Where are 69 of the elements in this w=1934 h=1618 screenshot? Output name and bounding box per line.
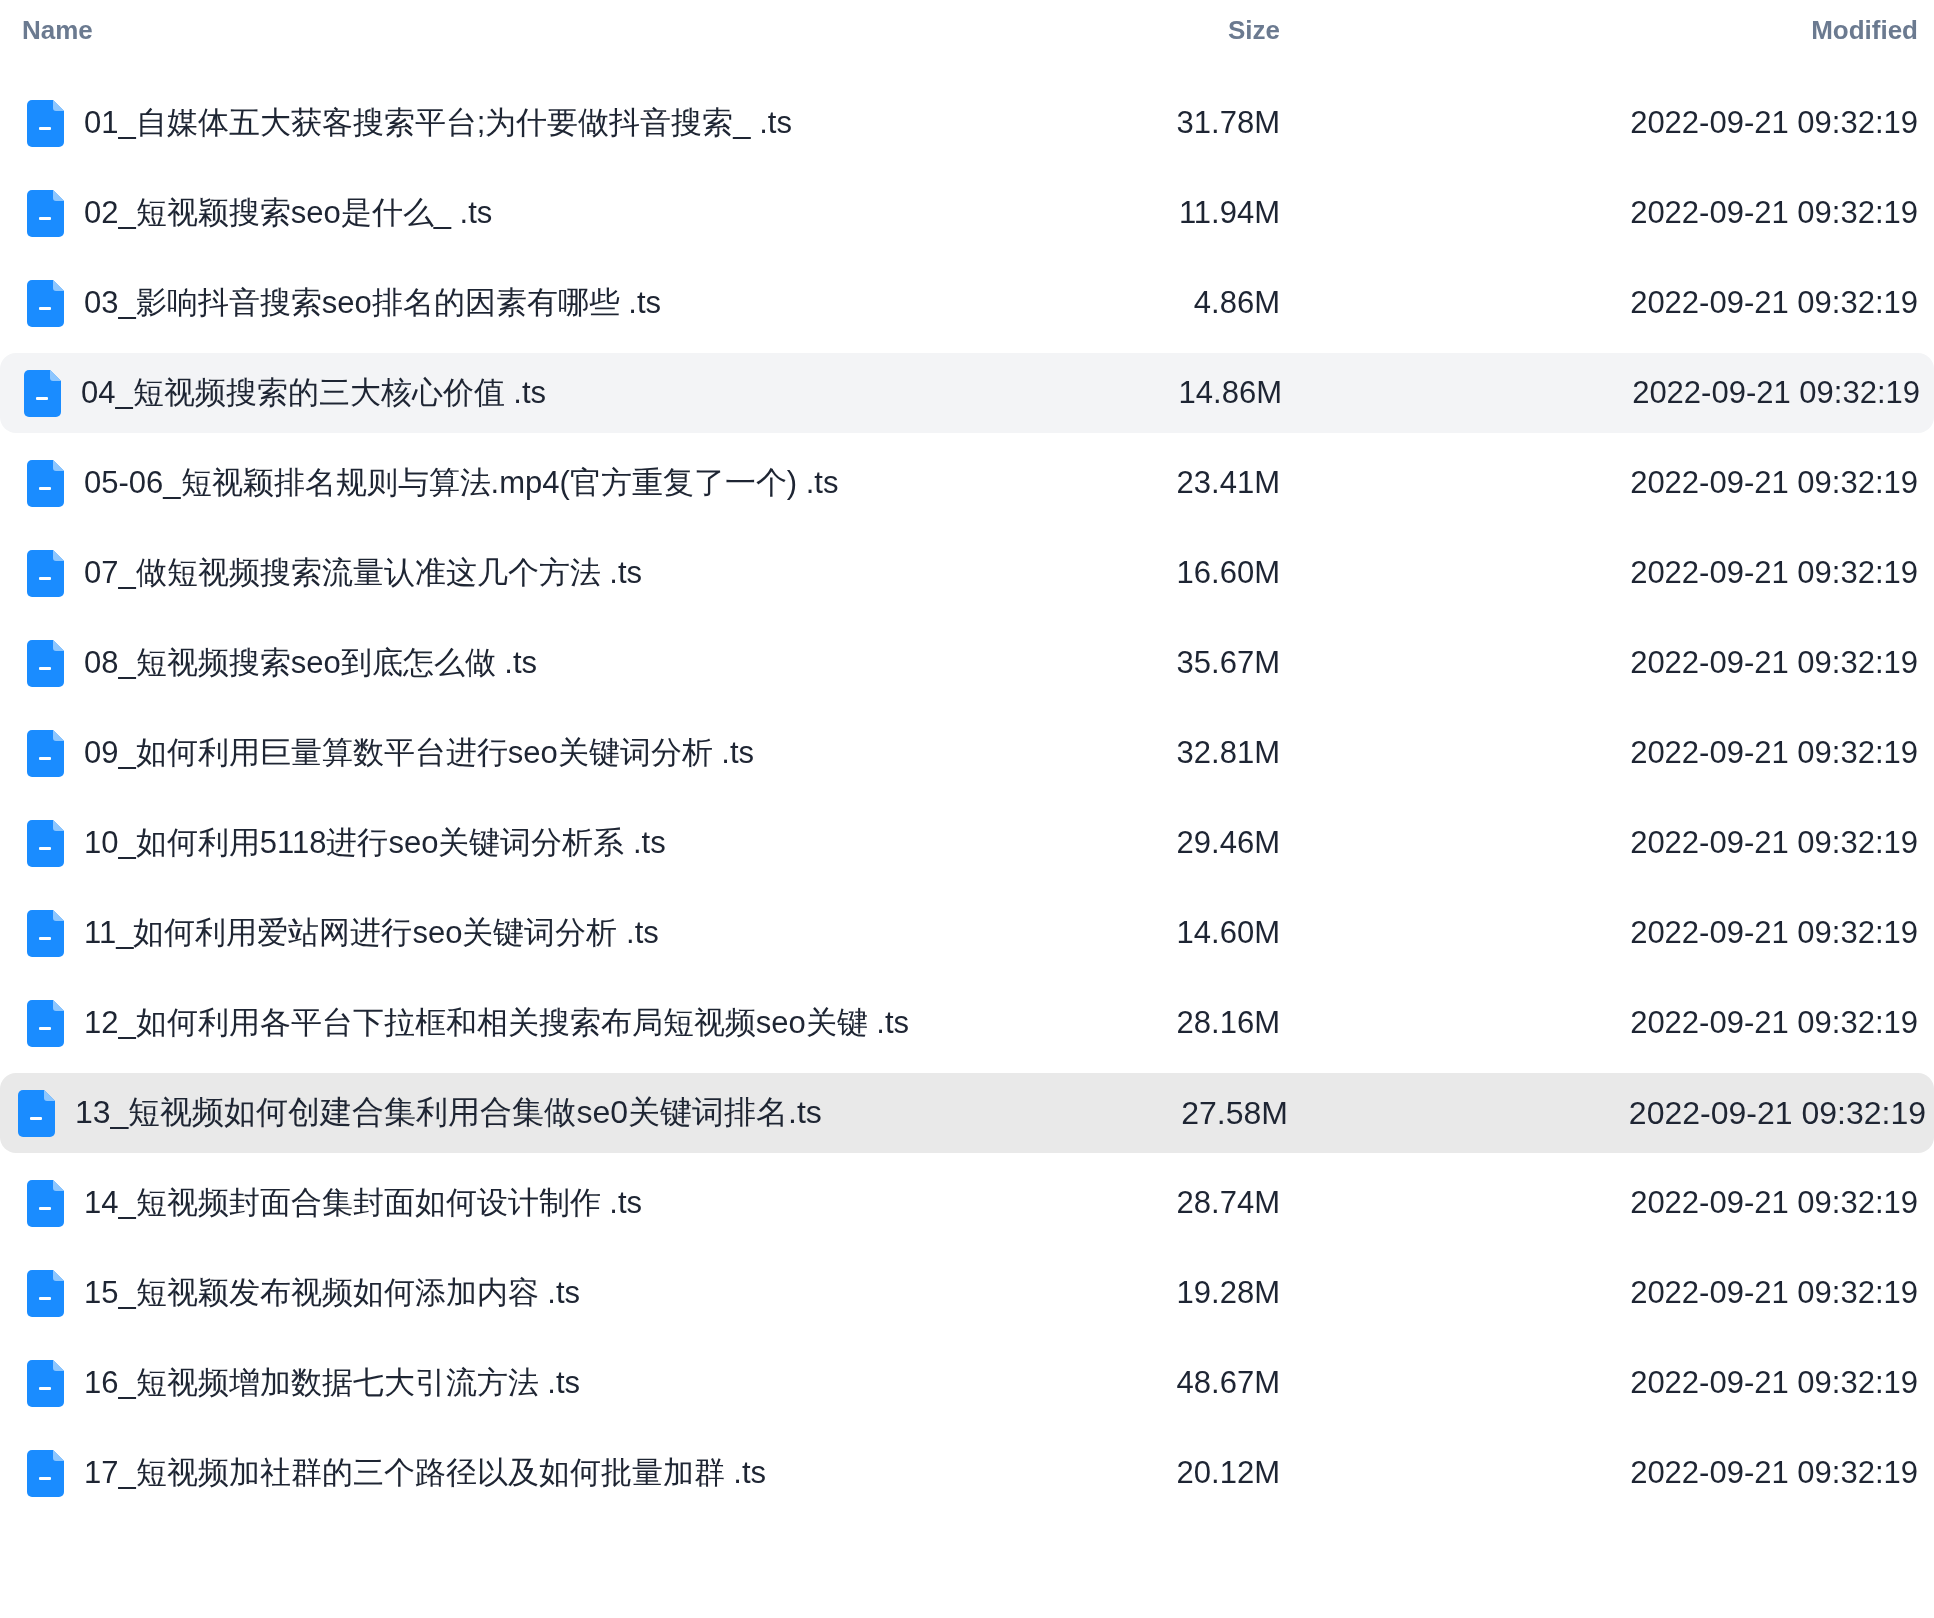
column-header[interactable]: Modified xyxy=(1280,14,1918,46)
file-size: 28.74M xyxy=(1175,1185,1280,1221)
file-size: 28.16M xyxy=(1175,1005,1280,1041)
file-icon xyxy=(27,459,64,507)
file-size: 4.86M xyxy=(1192,285,1280,321)
modified-date: 2022-09-21 09:32:19 xyxy=(1629,465,1918,501)
file-icon xyxy=(27,1359,64,1407)
file-icon xyxy=(27,909,64,957)
modified-date: 2022-09-21 09:32:19 xyxy=(1631,375,1920,411)
modified-date: 2022-09-21 09:32:19 xyxy=(1629,825,1918,861)
file-icon xyxy=(27,189,64,237)
modified-date: 2022-09-21 09:32:19 xyxy=(1629,915,1918,951)
file-name: 05-06_短视颖排名规则与算法.mp4(官方重复了一个) .ts xyxy=(84,464,839,502)
file-icon xyxy=(27,1179,64,1227)
file-size: 19.28M xyxy=(1175,1275,1280,1311)
file-name: 15_短视颖发布视频如何添加内容 .ts xyxy=(84,1274,581,1312)
column-header[interactable]: Name xyxy=(22,14,1080,46)
file-name: 01_自媒体五大获客搜索平台;为什要做抖音搜索_ .ts xyxy=(84,104,792,142)
file-size: 11.94M xyxy=(1177,195,1280,231)
modified-date: 2022-09-21 09:32:19 xyxy=(1629,1185,1918,1221)
modified-date: 2022-09-21 09:32:19 xyxy=(1629,1005,1918,1041)
file-icon xyxy=(27,639,64,687)
file-size: 29.46M xyxy=(1175,825,1280,861)
file-row[interactable]: 04_短视频搜索的三大核心价值 .ts 14.86M 2022-09-21 09:32:19 xyxy=(0,353,1934,433)
file-name: 03_影响抖音搜索seo排名的因素有哪些 .ts xyxy=(84,284,662,322)
file-name: 10_如何利用5118进行seo关键词分析系 .ts xyxy=(84,824,666,862)
file-icon xyxy=(24,369,61,417)
file-name: 11_如何利用爱站网进行seo关键词分析 .ts xyxy=(84,914,659,952)
file-size: 32.81M xyxy=(1175,735,1280,771)
file-icon xyxy=(27,729,64,777)
file-icon xyxy=(27,549,64,597)
file-row[interactable]: 13_短视频如何创建合集利用合集做se0关键词排名.ts 27.58M 2022-09-21 09:32:19 xyxy=(0,1073,1934,1153)
column-header[interactable]: Size xyxy=(1080,14,1280,46)
file-name: 09_如何利用巨量算数平台进行seo关键词分析 .ts xyxy=(84,734,755,772)
modified-date: 2022-09-21 09:32:19 xyxy=(1629,1455,1918,1491)
file-size: 14.60M xyxy=(1175,915,1280,951)
file-size: 16.60M xyxy=(1175,555,1280,591)
modified-date: 2022-09-21 09:32:19 xyxy=(1629,105,1918,141)
file-name: 17_短视频加社群的三个路径以及如何批量加群 .ts xyxy=(84,1454,767,1492)
modified-date: 2022-09-21 09:32:19 xyxy=(1629,195,1918,231)
file-name: 07_做短视频搜索流量认准这几个方法 .ts xyxy=(84,554,643,592)
modified-date: 2022-09-21 09:32:19 xyxy=(1629,735,1918,771)
modified-date: 2022-09-21 09:32:19 xyxy=(1629,1275,1918,1311)
file-size: 31.78M xyxy=(1175,105,1280,141)
file-size: 48.67M xyxy=(1175,1365,1280,1401)
file-icon xyxy=(27,99,64,147)
file-name: 16_短视频增加数据七大引流方法 .ts xyxy=(84,1364,581,1402)
modified-date: 2022-09-21 09:32:19 xyxy=(1629,555,1918,591)
file-size: 23.41M xyxy=(1175,465,1280,501)
file-icon xyxy=(27,279,64,327)
modified-date: 2022-09-21 09:32:19 xyxy=(1629,285,1918,321)
modified-date: 2022-09-21 09:32:19 xyxy=(1629,645,1918,681)
file-name: 02_短视颖搜索seo是什么_ .ts xyxy=(84,194,493,232)
file-icon xyxy=(27,999,64,1047)
file-name: 14_短视频封面合集封面如何设计制作 .ts xyxy=(84,1184,643,1222)
modified-date: 2022-09-21 09:32:19 xyxy=(1627,1094,1926,1132)
file-size: 27.58M xyxy=(1180,1094,1288,1132)
file-icon xyxy=(27,1269,64,1317)
file-name: 04_短视频搜索的三大核心价值 .ts xyxy=(81,374,547,412)
file-size: 14.86M xyxy=(1177,375,1282,411)
file-name: 12_如何利用各平台下拉框和相关搜索布局短视频seo关键 .ts xyxy=(84,1004,910,1042)
file-size: 35.67M xyxy=(1175,645,1280,681)
file-icon xyxy=(18,1089,55,1137)
file-name: 08_短视频搜索seo到底怎么做 .ts xyxy=(84,644,538,682)
file-name: 13_短视频如何创建合集利用合集做se0关键词排名.ts xyxy=(75,1093,822,1132)
file-icon xyxy=(27,819,64,867)
file-size: 20.12M xyxy=(1175,1455,1280,1491)
file-icon xyxy=(27,1449,64,1497)
modified-date: 2022-09-21 09:32:19 xyxy=(1629,1365,1918,1401)
